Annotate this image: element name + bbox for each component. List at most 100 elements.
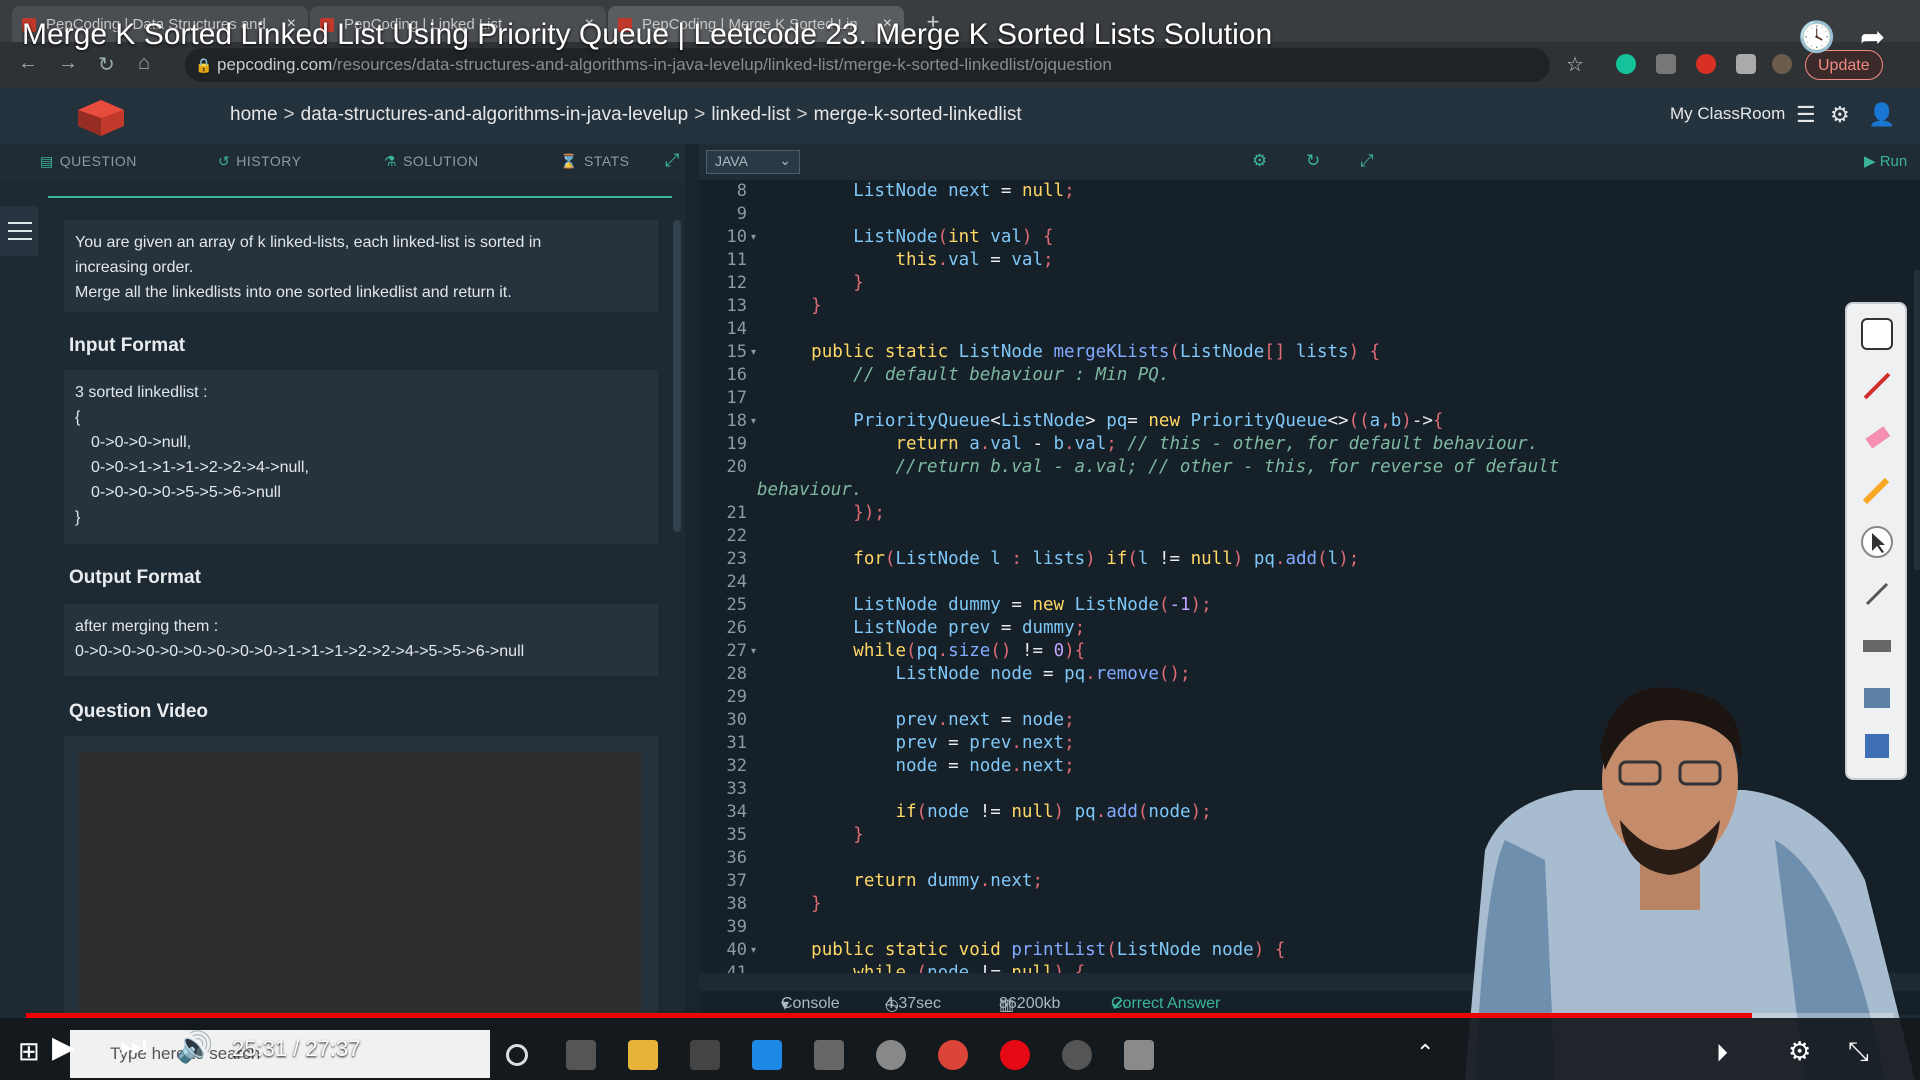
code-line: node = node.next; [895,756,1075,776]
fold-arrow-icon[interactable]: ▾ [751,646,756,657]
breadcrumb-problem[interactable]: merge-k-sorted-linkedlist [814,104,1022,125]
home-icon[interactable]: ⌂ [138,52,150,75]
tab-solution[interactable]: ⚗ SOLUTION [384,153,479,170]
my-classroom-link[interactable]: My ClassRoom [1670,104,1785,124]
puzzle-extensions-icon[interactable] [1736,54,1756,74]
chevron-up-icon[interactable]: ⌃ [1416,1040,1434,1066]
xbox-icon[interactable] [876,1040,906,1070]
line-number: 30 [726,710,747,730]
code-line: prev = prev.next; [895,733,1075,753]
settings-icon[interactable]: ⚙ [1788,1036,1811,1067]
code-line: } [853,273,864,293]
chevron-right-icon: > [283,104,295,125]
pen-icon[interactable] [1861,370,1893,402]
profile-avatar-icon[interactable] [1772,54,1792,74]
gear-icon[interactable]: ⚙ [1830,102,1850,128]
store-icon[interactable] [690,1040,720,1070]
fold-arrow-icon[interactable]: ▾ [751,232,756,243]
breadcrumb-home[interactable]: home [230,104,278,125]
input-format-heading: Input Format [69,335,186,356]
fullscreen-icon[interactable]: ⤢ [1360,151,1374,171]
settings-icon[interactable]: ⚙ [1252,151,1267,171]
question-video-player[interactable] [79,752,641,1016]
line-number: 38 [726,894,747,914]
tab-stats[interactable]: ⌛ STATS [560,153,629,170]
tab-stats-label: STATS [583,153,630,169]
line-number: 39 [726,917,747,937]
input-line: 0->0->1->1->1->2->2->4->null, [91,459,309,476]
line-number: 32 [726,756,747,776]
app-icon[interactable] [1062,1040,1092,1070]
opera-icon[interactable] [1000,1040,1030,1070]
editor-scrollbar[interactable] [1914,270,1920,570]
line-number: 37 [726,871,747,891]
extension-icon[interactable] [1656,54,1676,74]
panel-resize-handle[interactable] [685,144,699,1015]
line-number: 10 [726,227,747,247]
keyboard-icon[interactable] [1861,630,1893,662]
tab-question[interactable]: ▤ QUESTION [40,153,137,170]
whiteboard-icon[interactable] [1861,318,1893,350]
line-number-gutter: 8 9 10 ▾ 11 12 13 14 15 ▾ 16 17 18 ▾ 19 20 21 22 23 24 25 26 2… [699,180,761,973]
watch-later-icon[interactable]: 🕓 [1798,20,1835,55]
expand-icon[interactable]: ⤢ [665,150,679,171]
line-number: 26 [726,618,747,638]
highlighter-icon[interactable] [1861,474,1893,506]
description-line: You are given an array of k linked-lists… [75,234,542,251]
url-input[interactable]: 🔒 pepcoding.com/resources/data-structure… [185,48,1550,82]
task-view-icon[interactable] [566,1040,596,1070]
list-icon[interactable]: ☰ [1796,102,1816,128]
laser-pen-icon[interactable] [1861,578,1893,610]
code-line: ListNode next = null; [853,181,1075,201]
volume-icon[interactable]: 🔊 [176,1030,213,1065]
star-icon[interactable]: ☆ [1566,52,1584,77]
user-icon[interactable]: 👤 [1868,102,1895,128]
next-icon[interactable]: ⏭ [120,1030,147,1064]
adblock-extension-icon[interactable] [1696,54,1716,74]
file-explorer-icon[interactable] [628,1040,658,1070]
fold-arrow-icon[interactable]: ▾ [751,945,756,956]
eraser-icon[interactable] [1861,422,1893,454]
reload-icon[interactable]: ↻ [98,52,115,77]
tab-history[interactable]: ↺ HISTORY [218,153,301,170]
question-icon: ▤ [40,153,54,169]
exec-time-value: 4.37sec [885,995,942,1012]
mail-icon[interactable] [752,1040,782,1070]
code-line: behaviour. [757,480,863,500]
share-icon[interactable]: ➦ [1860,20,1885,55]
scrollbar[interactable] [673,220,681,532]
code-line: //return b.val - a.val; // other - this,… [895,457,1560,477]
grammarly-extension-icon[interactable] [1616,54,1636,74]
memory-value: 86200kb [999,995,1061,1012]
breadcrumb-topic[interactable]: linked-list [711,104,790,125]
cortana-icon[interactable] [506,1044,528,1066]
pointer-icon[interactable] [1861,526,1893,558]
app-icon[interactable] [814,1040,844,1070]
chrome-icon[interactable] [938,1040,968,1070]
code-line: while (node != null) { [853,963,1086,973]
pepcoding-logo-icon[interactable] [76,98,126,138]
line-number: 40 [726,940,747,960]
code-line: return dummy.next; [853,871,1043,891]
exit-fullscreen-icon[interactable]: ⤡ [1848,1036,1869,1068]
tab-solution-label: SOLUTION [403,153,479,169]
hamburger-menu-button[interactable] [0,206,38,256]
screen: PepCoding | Data Structures and × PepCod… [0,0,1920,1080]
play-icon[interactable]: ▶ [52,1030,75,1065]
line-number: 34 [726,802,747,822]
back-icon[interactable]: ← [18,52,38,75]
breadcrumb-course[interactable]: data-structures-and-algorithms-in-java-l… [301,104,689,125]
fold-arrow-icon[interactable]: ▾ [751,416,756,427]
windows-start-icon[interactable]: ⊞ [18,1036,40,1067]
input-format-box: 3 sorted linkedlist : { 0->0->0->null, 0… [64,370,658,544]
fold-arrow-icon[interactable]: ▾ [751,347,756,358]
autoplay-toggle[interactable]: ⏵ [1716,1040,1728,1068]
run-button[interactable]: ▶ Run [1864,152,1907,170]
reset-icon[interactable]: ↻ [1306,151,1320,171]
forward-icon[interactable]: → [58,52,78,75]
language-select[interactable]: JAVA ⌄ [706,150,800,174]
line-number: 14 [726,319,747,339]
tab-history-label: HISTORY [236,153,302,169]
code-line: }); [853,503,885,523]
app-icon[interactable] [1124,1040,1154,1070]
